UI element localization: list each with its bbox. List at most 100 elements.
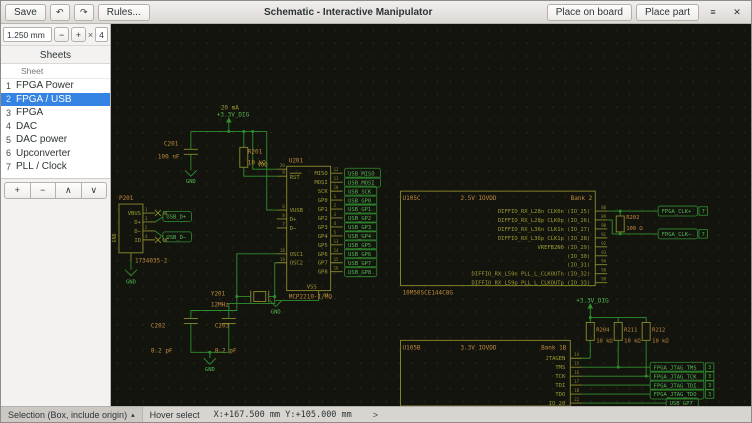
schematic-text: 16 xyxy=(334,266,339,271)
net-label[interactable]: USB_SCK xyxy=(345,186,377,196)
schematic-text: GP4 xyxy=(318,234,329,240)
schematic-text: 12MHz xyxy=(211,302,229,309)
net-label[interactable]: USB_GP3 xyxy=(345,222,377,232)
schematic-canvas[interactable]: 20 mA+3.3V_DIGC201100 nFGNDR20110 kΩU201… xyxy=(111,24,751,406)
net-label[interactable]: USB_GP4 xyxy=(345,231,377,241)
sheet-list: Sheet 1FPGA Power2FPGA / USB3FPGA4DAC5DA… xyxy=(1,63,110,179)
sheet-row[interactable]: 4DAC xyxy=(1,120,110,134)
app-window: Save ↶ ↷ Rules... Schematic - Interactiv… xyxy=(0,0,752,423)
net-label[interactable]: USB_GP7 xyxy=(345,258,377,268)
net-label[interactable]: FPGA_JTAG_TMS3 xyxy=(650,362,714,372)
net-label[interactable]: FPGA_CLK−7 xyxy=(658,229,707,239)
sheet-row[interactable]: 1FPGA Power xyxy=(1,79,110,93)
schematic-text: 8 xyxy=(282,213,285,218)
net-label[interactable]: FPGA_CLK+7 xyxy=(658,206,707,216)
svg-text:USB_D−: USB_D− xyxy=(166,235,186,241)
menu-icon[interactable]: ≡ xyxy=(703,4,723,21)
schematic-text: 19 xyxy=(280,257,285,262)
net-label[interactable]: USB_MOSI xyxy=(345,177,381,187)
move-sheet-down-button[interactable]: ∨ xyxy=(82,182,108,199)
schematic-text: 100 nF xyxy=(158,153,180,160)
net-label[interactable]: USB_GP0 xyxy=(345,195,377,205)
sheet-number: 1 xyxy=(1,81,16,91)
svg-text:USB_GP7: USB_GP7 xyxy=(348,261,371,267)
add-sheet-button[interactable]: + xyxy=(4,182,31,199)
schematic-text: C203 xyxy=(215,322,230,329)
net-label[interactable]: USB_GP1 xyxy=(345,204,377,214)
schematic-text: SCK xyxy=(318,189,329,195)
schematic-text: 11 xyxy=(334,176,339,181)
schematic-text: 10 kΩ xyxy=(624,338,641,344)
delete-sheet-button[interactable]: − xyxy=(31,182,57,199)
schematic-text: 12 xyxy=(334,167,339,172)
net-label[interactable]: FPGA_JTAG_TCK3 xyxy=(650,371,714,381)
sheet-list-toolbar: + − ∧ ∨ xyxy=(1,179,110,202)
sheet-row[interactable]: 7PLL / Clock xyxy=(1,160,110,174)
net-label[interactable]: USB_MISO xyxy=(345,168,381,178)
schematic-text: 2 xyxy=(334,203,337,208)
schematic-text: DIFFIO_RX_L59p PLL_L_CLKOUTp (IO_33) xyxy=(472,281,591,287)
statusbar-expander[interactable]: > xyxy=(373,410,378,420)
grid-multiplier-icon: × xyxy=(88,30,93,40)
grid-minus-button[interactable]: − xyxy=(54,27,69,42)
schematic-text: D+ xyxy=(290,217,297,223)
net-label[interactable]: FPGA_JTAG_TDO3 xyxy=(650,389,714,399)
net-label[interactable]: USB_GP6 xyxy=(345,249,377,259)
schematic-text: VUSB xyxy=(290,208,304,214)
sheet-row[interactable]: 6Upconverter xyxy=(1,147,110,161)
svg-text:USB_GP5: USB_GP5 xyxy=(348,243,371,249)
grid-count-input[interactable]: 4 xyxy=(95,27,108,42)
svg-text:USB_GP1: USB_GP1 xyxy=(348,207,371,213)
schematic-text: D+ xyxy=(134,220,141,226)
schematic-text: GND xyxy=(126,280,136,286)
redo-icon[interactable]: ↷ xyxy=(74,4,94,21)
schematic-text: 10 xyxy=(334,185,339,190)
schematic-text: 3 xyxy=(145,216,148,221)
sidebar: 1.250 mm − + × 4 Sheets Sheet 1FPGA Powe… xyxy=(1,24,111,406)
schematic-text: DIFFIO_RX_L59n PLL_L_CLKOUTn (IO_32) xyxy=(472,272,591,278)
schematic-text: U105C xyxy=(403,195,421,202)
schematic-text: 1 xyxy=(334,194,337,199)
undo-icon[interactable]: ↶ xyxy=(50,4,70,21)
grid-plus-button[interactable]: + xyxy=(71,27,86,42)
svg-text:USB_SCK: USB_SCK xyxy=(348,189,372,195)
schematic-text: 17 xyxy=(324,293,329,298)
selection-mode-button[interactable]: Selection (Box, include origin) ▴ xyxy=(1,407,143,422)
svg-text:USB_GP8: USB_GP8 xyxy=(348,270,371,276)
place-on-board-button[interactable]: Place on board xyxy=(547,4,632,21)
schematic-text: TDI xyxy=(555,383,565,389)
net-label[interactable]: USB_D− xyxy=(163,232,192,242)
schematic-text: 4 xyxy=(334,221,337,226)
schematic-text: RST xyxy=(290,175,301,181)
schematic-text: 8.2 pF xyxy=(215,347,237,354)
net-label[interactable]: USB_GP8 xyxy=(345,267,377,277)
svg-text:7: 7 xyxy=(702,209,705,215)
schematic-text: Bank 2 xyxy=(571,195,593,202)
close-icon[interactable]: ✕ xyxy=(727,4,747,21)
sheet-row[interactable]: 5DAC power xyxy=(1,133,110,147)
selection-mode-label: Selection (Box, include origin) xyxy=(8,410,127,420)
schematic-text: 10M50SCE144C8G xyxy=(403,290,454,297)
schematic-text: 22 xyxy=(574,397,579,402)
schematic-text: Y201 xyxy=(211,291,226,298)
net-label[interactable]: FPGA_JTAG_TDI3 xyxy=(650,380,714,390)
svg-text:USB_GP3: USB_GP3 xyxy=(348,225,371,231)
schematic-text: MISO xyxy=(314,171,327,177)
schematic-text: R202 xyxy=(626,215,639,221)
svg-text:USB_MOSI: USB_MOSI xyxy=(348,180,374,186)
sheet-row[interactable]: 2FPGA / USB xyxy=(1,93,110,107)
rules-button[interactable]: Rules... xyxy=(98,4,150,21)
svg-text:USB_GP2: USB_GP2 xyxy=(348,216,371,222)
place-part-button[interactable]: Place part xyxy=(636,4,699,21)
schematic-svg[interactable]: 20 mA+3.3V_DIGC201100 nFGNDR20110 kΩU201… xyxy=(111,24,751,406)
svg-text:USB_GP0: USB_GP0 xyxy=(348,198,371,204)
save-button[interactable]: Save xyxy=(5,4,46,21)
schematic-text: GP7 xyxy=(318,261,328,267)
net-label[interactable]: USB_GP5 xyxy=(345,240,377,250)
net-label[interactable]: USB_GP2 xyxy=(345,213,377,223)
schematic-text: 4 xyxy=(145,234,148,239)
sheet-row[interactable]: 3FPGA xyxy=(1,106,110,120)
grid-spacing-input[interactable]: 1.250 mm xyxy=(3,27,52,42)
move-sheet-up-button[interactable]: ∧ xyxy=(56,182,82,199)
window-title: Schematic - Interactive Manipulator xyxy=(154,7,543,18)
